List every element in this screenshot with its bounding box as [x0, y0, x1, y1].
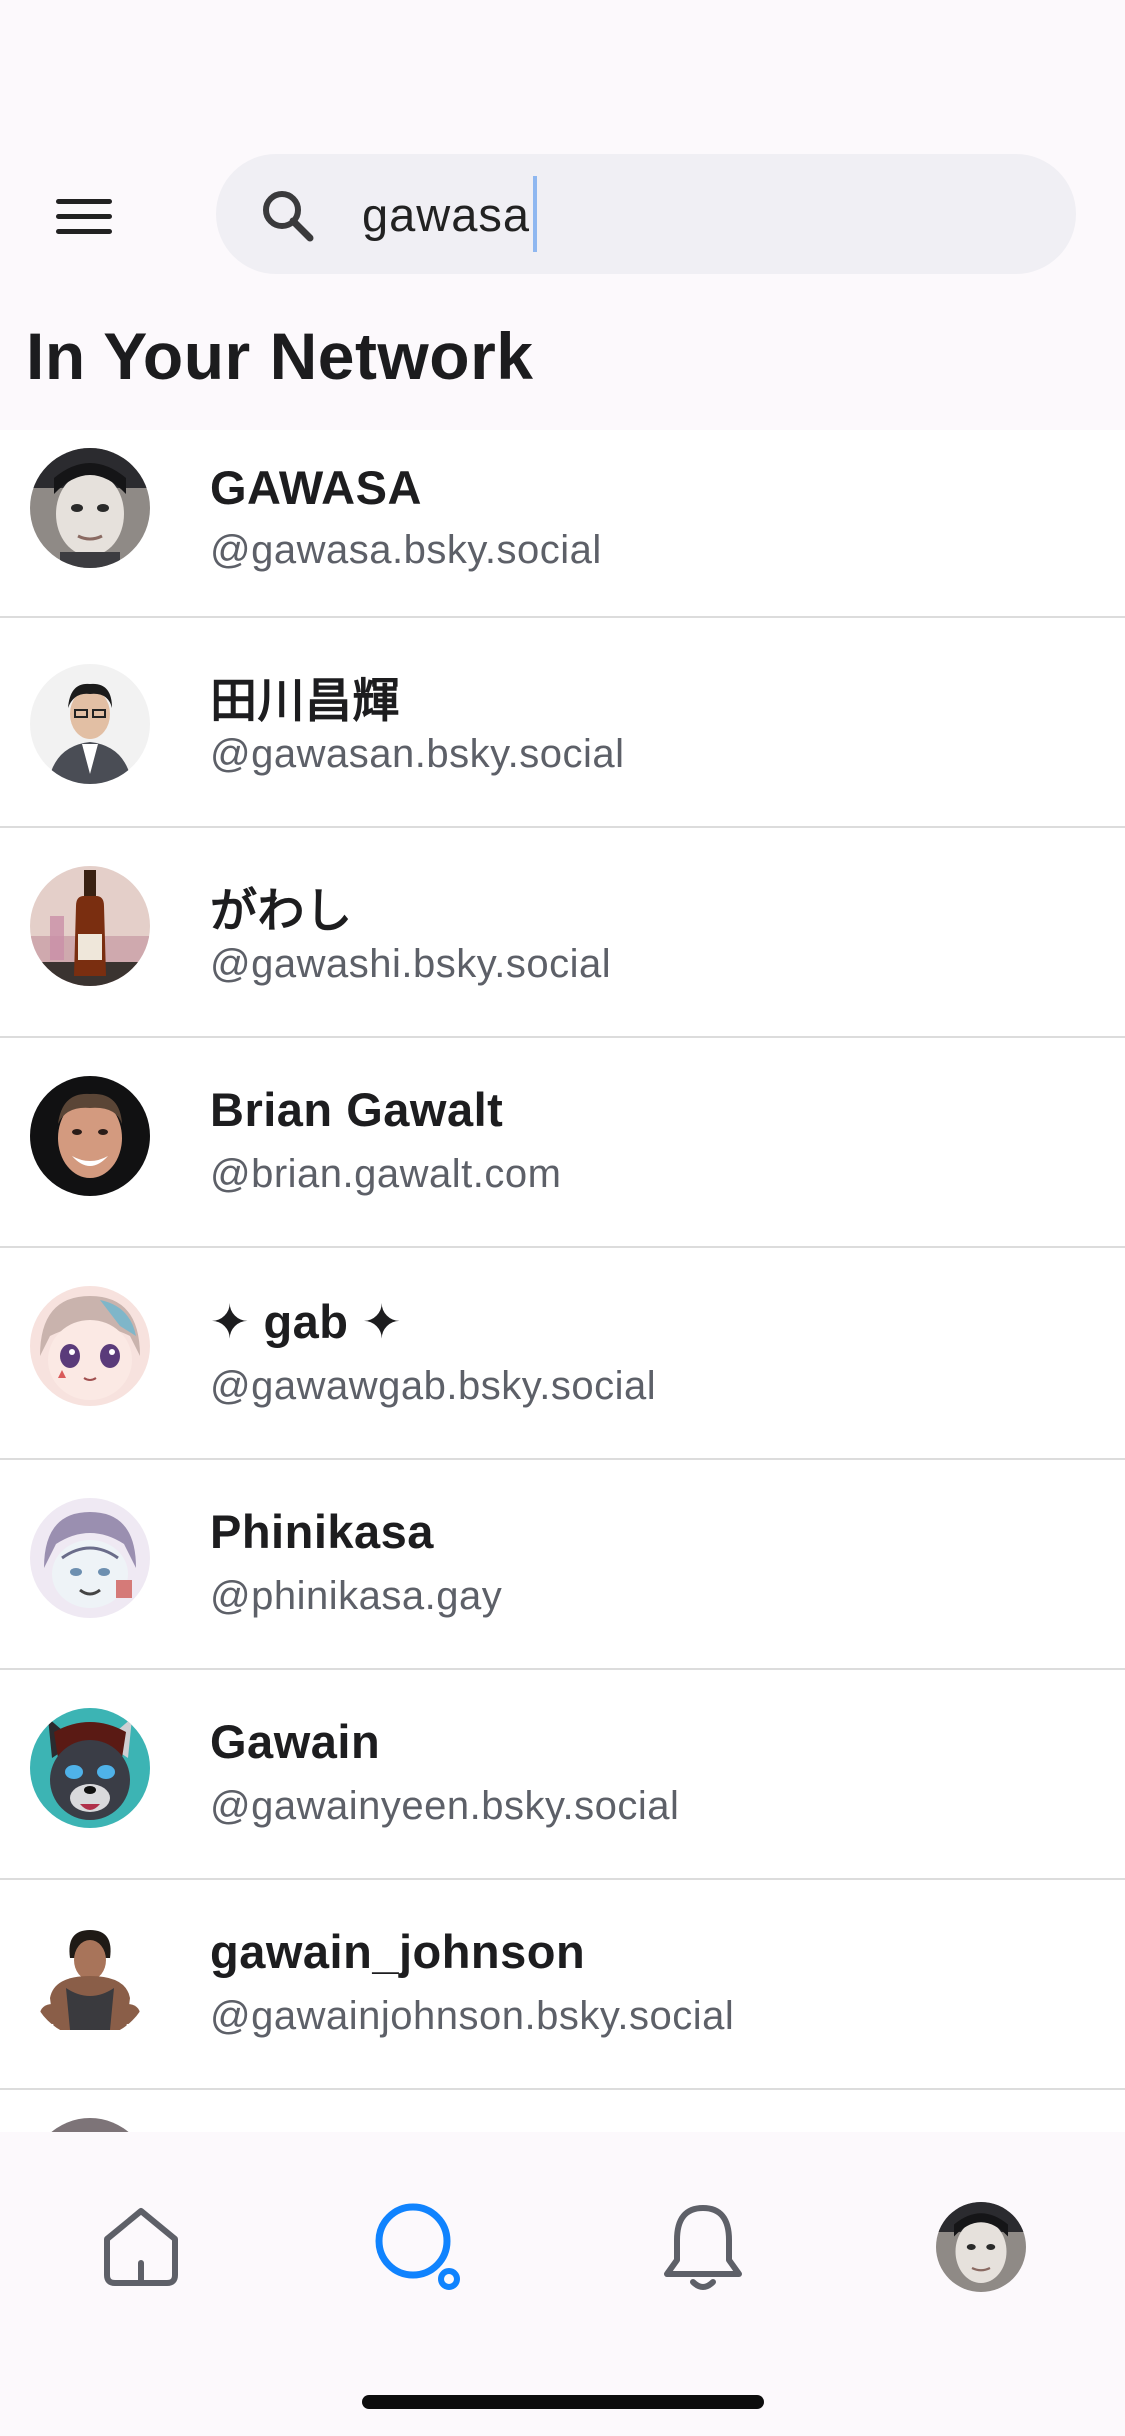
menu-icon-bar — [56, 213, 112, 219]
user-handle: @gawashi.bsky.social — [210, 942, 612, 986]
display-name: Gawain — [210, 1715, 381, 1768]
user-handle: @brian.gawalt.com — [210, 1152, 562, 1196]
display-name: ✦ gab ✦ — [210, 1295, 402, 1348]
face-mask-avatar — [30, 448, 150, 568]
menu-icon-bar — [56, 228, 112, 234]
profile-avatar — [936, 2202, 1026, 2292]
wolf-avatar — [30, 1708, 150, 1828]
result-row-gab[interactable]: ✦ gab ✦ @gawawgab.bsky.social — [0, 1248, 1125, 1460]
search-header: gawasa In Your Network — [0, 0, 1125, 430]
anime-girl-avatar — [30, 1286, 150, 1406]
display-name: 田川昌輝 — [210, 674, 400, 727]
sketch-character-avatar — [30, 1498, 150, 1618]
display-name: gawain_johnson — [210, 1925, 586, 1978]
search-results-list[interactable]: GAWASA @gawasa.bsky.social 田川昌輝 @gawasan… — [0, 430, 1125, 2132]
tab-profile[interactable] — [916, 2182, 1046, 2312]
search-field[interactable]: gawasa — [216, 154, 1076, 274]
bottom-tab-bar — [0, 2132, 1125, 2436]
result-row-gawain-johnson[interactable]: gawain_johnson @gawainjohnson.bsky.socia… — [0, 1880, 1125, 2090]
display-name: がわし — [210, 884, 353, 937]
result-row-gawasa[interactable]: GAWASA @gawasa.bsky.social — [0, 430, 1125, 618]
menu-icon-bar — [56, 198, 112, 204]
tab-notifications[interactable] — [638, 2182, 768, 2312]
result-row-brian-gawalt[interactable]: Brian Gawalt @brian.gawalt.com — [0, 1038, 1125, 1248]
user-handle: @gawasan.bsky.social — [210, 732, 625, 776]
search-icon — [263, 191, 314, 242]
text-caret — [533, 176, 537, 252]
tab-search[interactable] — [352, 2182, 482, 2312]
result-row-phinikasa[interactable]: Phinikasa @phinikasa.gay — [0, 1460, 1125, 1670]
result-row-gawashi[interactable]: がわし @gawashi.bsky.social — [0, 828, 1125, 1038]
search-tab-icon — [375, 2203, 460, 2290]
home-indicator[interactable] — [362, 2395, 764, 2409]
result-row-partial[interactable] — [0, 2090, 1125, 2132]
muscle-man-avatar — [30, 1918, 150, 2038]
user-handle: @gawainyeen.bsky.social — [210, 1784, 680, 1828]
display-name: Brian Gawalt — [210, 1083, 504, 1136]
user-handle: @gawawgab.bsky.social — [210, 1364, 657, 1408]
menu-button[interactable] — [44, 186, 124, 246]
result-row-gawasan[interactable]: 田川昌輝 @gawasan.bsky.social — [0, 618, 1125, 828]
search-query-text: gawasa — [362, 187, 530, 241]
tab-home[interactable] — [76, 2182, 206, 2312]
bottle-avatar — [30, 866, 150, 986]
result-row-gawain[interactable]: Gawain @gawainyeen.bsky.social — [0, 1670, 1125, 1880]
user-handle: @phinikasa.gay — [210, 1574, 503, 1618]
section-title: In Your Network — [26, 319, 534, 393]
home-icon — [104, 2208, 178, 2286]
suited-man-avatar — [30, 664, 150, 784]
smiling-man-avatar — [30, 1076, 150, 1196]
display-name: GAWASA — [210, 461, 422, 514]
display-name: Phinikasa — [210, 1505, 434, 1558]
partial-avatar — [30, 2118, 150, 2132]
search-input[interactable]: gawasa — [362, 154, 537, 274]
bell-icon — [664, 2205, 742, 2290]
user-handle: @gawasa.bsky.social — [210, 528, 602, 572]
app-screen: gawasa In Your Network GAWASA @gawasa.bs… — [0, 0, 1125, 2436]
user-handle: @gawainjohnson.bsky.social — [210, 1994, 735, 2038]
